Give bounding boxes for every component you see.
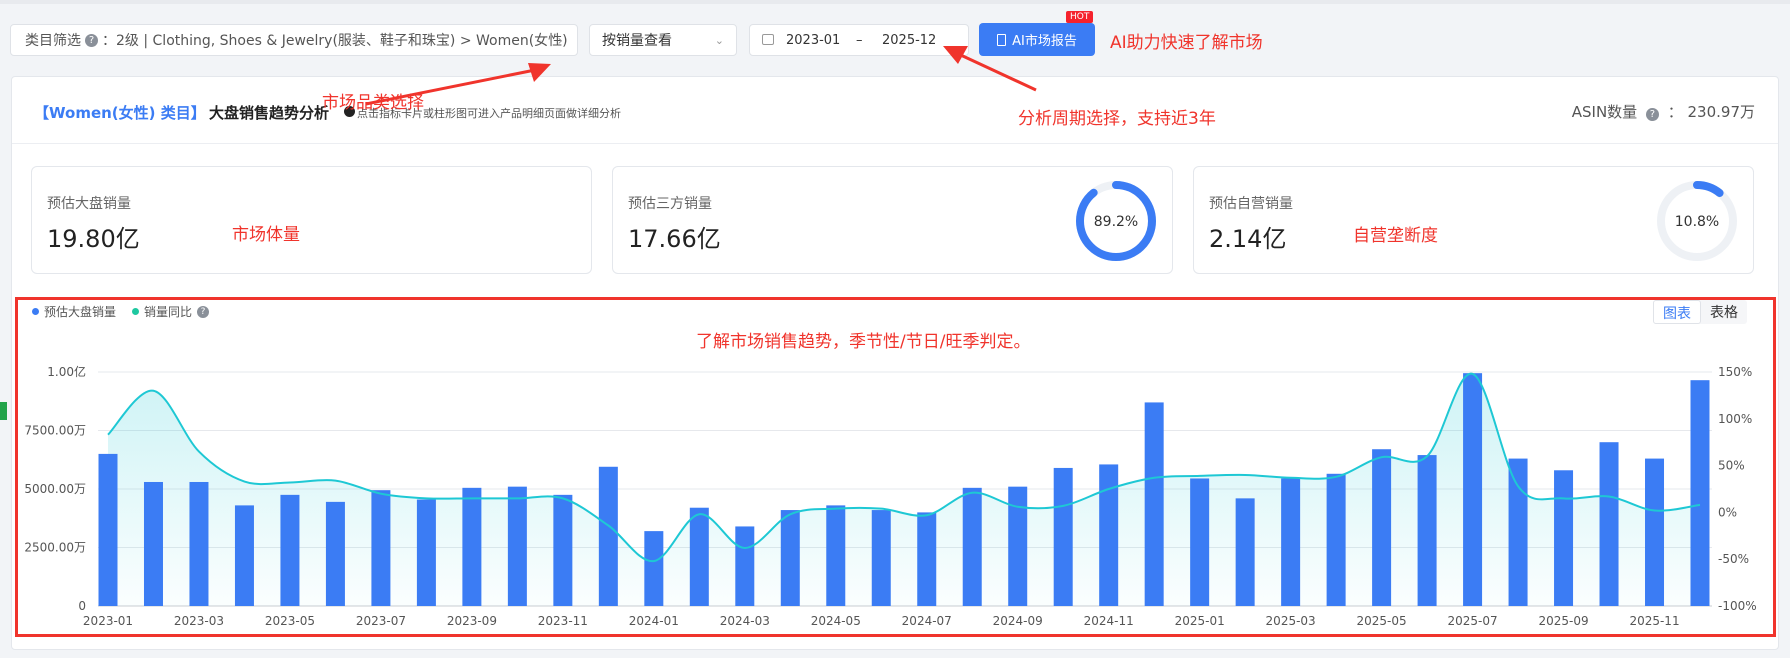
document-icon <box>997 33 1007 46</box>
category-tag: 【Women(女性) 类目】 <box>34 104 206 122</box>
asin-label: ASIN数量 <box>1571 103 1638 121</box>
calendar-icon <box>762 34 774 45</box>
hot-badge: HOT <box>1066 11 1094 23</box>
divider <box>12 143 1778 144</box>
self-operated-sales-card[interactable]: 预估自营销量 2.14亿 10.8% <box>1193 166 1754 274</box>
date-separator: – <box>856 33 863 48</box>
ring-percent: 89.2% <box>1094 214 1138 230</box>
annotation-self: 自营垄断度 <box>1353 226 1438 246</box>
third-party-sales-card[interactable]: 预估三方销量 17.66亿 89.2% <box>612 166 1173 274</box>
side-tab[interactable] <box>0 402 7 420</box>
chevron-down-icon: ⌄ <box>714 34 724 47</box>
top-border <box>0 0 1790 4</box>
ai-report-button[interactable]: AI市场报告 <box>979 23 1095 56</box>
category-filter[interactable]: 类目筛选 ? ：2级 | Clothing, Shoes & Jewelry(服… <box>10 24 578 56</box>
date-start[interactable]: 2023-01 <box>786 33 840 48</box>
card-label: 预估自营销量 <box>1209 196 1293 212</box>
annotation-period: 分析周期选择，支持近3年 <box>1018 109 1216 129</box>
date-range-picker[interactable]: 2023-01 – 2025-12 <box>749 24 969 56</box>
help-icon[interactable]: ? <box>85 33 98 47</box>
card-value: 19.80亿 <box>47 225 140 253</box>
asin-value: ： 230.97万 <box>1667 103 1755 121</box>
ring-percent: 10.8% <box>1675 214 1719 230</box>
view-mode-value: 按销量查看 <box>602 33 672 49</box>
annotation-ai: AI助力快速了解市场 <box>1110 33 1263 53</box>
date-end[interactable]: 2025-12 <box>882 33 936 48</box>
view-mode-select[interactable]: 按销量查看 ⌄ <box>589 24 737 56</box>
panel-title: 大盘销售趋势分析 <box>209 104 330 122</box>
card-value: 2.14亿 <box>1209 225 1287 253</box>
card-label: 预估三方销量 <box>628 196 712 212</box>
annotation-volume: 市场体量 <box>232 225 300 245</box>
annotation-trend: 了解市场销售趋势，季节性/节日/旺季判定。 <box>696 332 1031 352</box>
self-operated-share-ring: 10.8% <box>1657 181 1737 261</box>
ai-report-label: AI市场报告 <box>1012 34 1077 49</box>
card-label: 预估大盘销量 <box>47 196 131 212</box>
asin-count: ASIN数量 ? ： 230.97万 <box>1572 101 1755 122</box>
total-sales-card[interactable]: 预估大盘销量 19.80亿 <box>31 166 592 274</box>
chevron-right-icon: › <box>557 33 563 49</box>
category-filter-label: 类目筛选 <box>25 33 81 49</box>
card-value: 17.66亿 <box>628 225 721 253</box>
help-icon[interactable]: ? <box>1645 108 1659 121</box>
third-party-share-ring: 89.2% <box>1076 181 1156 261</box>
category-filter-value: ：2级 | Clothing, Shoes & Jewelry(服装、鞋子和珠宝… <box>102 33 568 49</box>
annotation-category: 市场品类选择 <box>322 93 424 113</box>
